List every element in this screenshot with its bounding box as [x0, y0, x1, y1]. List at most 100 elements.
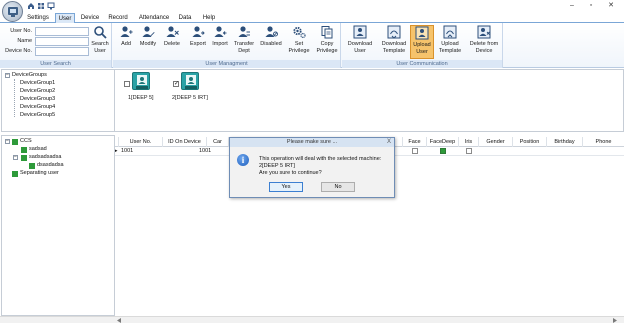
- cell-face-checkbox[interactable]: [412, 148, 418, 154]
- delete-button[interactable]: Delete: [161, 25, 183, 60]
- delete-user-icon: [166, 26, 179, 37]
- menu-bar: Settings User Device Record Attendance D…: [0, 12, 624, 24]
- cell-user-no[interactable]: 1001: [121, 147, 133, 155]
- tab-settings[interactable]: Settings: [24, 13, 52, 23]
- device-group-item[interactable]: DeviceGroup5: [20, 111, 55, 119]
- scroll-left-icon[interactable]: [117, 318, 122, 323]
- col-gender[interactable]: Gender: [479, 137, 513, 147]
- device-groups-root[interactable]: DeviceGroups: [12, 71, 47, 79]
- tree-guide: [14, 79, 15, 117]
- download-template-button[interactable]: Download Template: [378, 25, 410, 60]
- transfer-icon: [238, 26, 250, 37]
- user-no-input[interactable]: [35, 27, 89, 36]
- export-label: Export: [190, 41, 206, 47]
- col-iris[interactable]: Iris: [459, 137, 479, 147]
- device-groups-expander[interactable]: −: [5, 73, 10, 78]
- tab-attendance[interactable]: Attendance: [137, 13, 171, 23]
- ribbon-toolbar: User No. Name Device No. Search User Use…: [0, 23, 624, 68]
- name-label: Name: [17, 38, 32, 44]
- department-ccs[interactable]: CCS: [20, 137, 32, 145]
- col-facedeep[interactable]: FaceDeep: [427, 137, 459, 147]
- device-card-1[interactable]: 1[DEEP 5]: [124, 72, 164, 104]
- device-group-item[interactable]: DeviceGroup2: [20, 87, 55, 95]
- export-button[interactable]: Export: [187, 25, 209, 60]
- col-card[interactable]: Car: [207, 137, 229, 147]
- device-group-item[interactable]: DeviceGroup3: [20, 95, 55, 103]
- title-bar: – ▫ ✕: [0, 0, 624, 22]
- close-button[interactable]: ✕: [605, 1, 617, 11]
- modify-button[interactable]: Modify: [136, 25, 160, 60]
- device-checkbox-1[interactable]: [124, 81, 130, 87]
- col-user-no[interactable]: User No.: [119, 137, 163, 147]
- user-search-group-label: User Search: [0, 60, 111, 68]
- add-button[interactable]: Add: [116, 25, 136, 60]
- dialog-close-button[interactable]: X: [387, 138, 391, 147]
- home-icon[interactable]: [27, 2, 35, 10]
- user-communication-group-label: User Communication: [342, 60, 502, 68]
- user-management-group: Add Modify Delete Export Import Transfer…: [113, 23, 341, 68]
- import-button[interactable]: Import: [209, 25, 231, 60]
- department-sadsad[interactable]: sadsad: [29, 145, 47, 153]
- cell-id-on-device[interactable]: 1001: [199, 147, 211, 155]
- col-birthday[interactable]: Birthday: [547, 137, 583, 147]
- transfer-dept-label: Transfer Dept: [233, 41, 255, 54]
- col-phone[interactable]: Phone: [583, 137, 624, 147]
- sadsadsadsa-expander[interactable]: −: [13, 155, 18, 160]
- dialog-message-line: This operation will deal with the select…: [259, 156, 382, 162]
- department-separating-user[interactable]: Separating user: [20, 169, 59, 177]
- tab-help[interactable]: Help: [200, 13, 218, 23]
- minimize-button[interactable]: –: [566, 1, 578, 11]
- row-pointer: ▸: [115, 148, 118, 154]
- app-window: – ▫ ✕ Settings User Device Record Attend…: [0, 0, 624, 323]
- copy-icon: [321, 26, 333, 39]
- scroll-right-icon[interactable]: [612, 318, 617, 323]
- restore-button[interactable]: ▫: [585, 1, 597, 11]
- grid-icon[interactable]: [37, 2, 45, 10]
- upload-template-label: Upload Template: [438, 41, 462, 54]
- device-no-input[interactable]: [35, 47, 89, 56]
- department-dsasdadsa[interactable]: dsasdadsa: [37, 161, 64, 169]
- department-node-icon: [12, 139, 18, 145]
- department-tree-panel: − CCS sadsad − sadsadsadsa dsasdadsa Sep…: [1, 135, 115, 316]
- monitor-icon[interactable]: [47, 2, 55, 10]
- upload-user-button[interactable]: Upload User: [410, 25, 434, 59]
- horizontal-scrollbar[interactable]: [0, 316, 624, 323]
- col-face[interactable]: Face: [403, 137, 427, 147]
- cell-iris-checkbox[interactable]: [466, 148, 472, 154]
- modify-label: Modify: [139, 41, 157, 47]
- col-position[interactable]: Position: [513, 137, 547, 147]
- name-input[interactable]: [35, 37, 89, 46]
- tab-record[interactable]: Record: [106, 13, 130, 23]
- set-privilege-button[interactable]: Set Privilege: [286, 25, 312, 60]
- device-group-item[interactable]: DeviceGroup4: [20, 103, 55, 111]
- tab-data[interactable]: Data: [176, 13, 194, 23]
- download-user-button[interactable]: Download User: [345, 25, 375, 60]
- transfer-dept-button[interactable]: Transfer Dept: [232, 25, 256, 60]
- cell-facedeep-checkbox[interactable]: [440, 148, 446, 154]
- device-group-item[interactable]: DeviceGroup1: [20, 79, 55, 87]
- no-button[interactable]: No: [321, 182, 355, 192]
- search-user-button[interactable]: Search User: [89, 25, 111, 60]
- device-label-2: 2[DEEP 5 IRT]: [172, 95, 208, 101]
- department-sadsadsadsa[interactable]: sadsadsadsa: [29, 153, 61, 161]
- disabled-button[interactable]: Disabled: [258, 25, 284, 60]
- copy-privilege-button[interactable]: Copy Privilege: [314, 25, 340, 60]
- delete-from-device-button[interactable]: Delete from Device: [466, 25, 502, 60]
- department-node-icon: [21, 147, 27, 153]
- device-groups-panel: − DeviceGroups DeviceGroup1 DeviceGroup2…: [1, 69, 115, 132]
- device-no-label: Device No.: [5, 48, 32, 54]
- device-checkbox-2[interactable]: ✓: [173, 81, 179, 87]
- col-id-on-device[interactable]: ID On Device: [163, 137, 207, 147]
- import-label: Import: [212, 41, 228, 47]
- disabled-label: Disabled: [260, 41, 282, 47]
- col-hidden[interactable]: [396, 137, 403, 147]
- ccs-expander[interactable]: −: [5, 139, 10, 144]
- upload-template-button[interactable]: Upload Template: [435, 25, 465, 60]
- device-card-2[interactable]: ✓ 2[DEEP 5 IRT]: [172, 72, 213, 104]
- import-icon: [214, 26, 227, 37]
- confirm-dialog: Please make sure ... X i This operation …: [229, 137, 395, 198]
- user-no-label: User No.: [10, 28, 32, 34]
- yes-button[interactable]: Yes: [269, 182, 303, 192]
- dialog-title: Please make sure ...: [230, 138, 394, 147]
- tab-device[interactable]: Device: [79, 13, 101, 23]
